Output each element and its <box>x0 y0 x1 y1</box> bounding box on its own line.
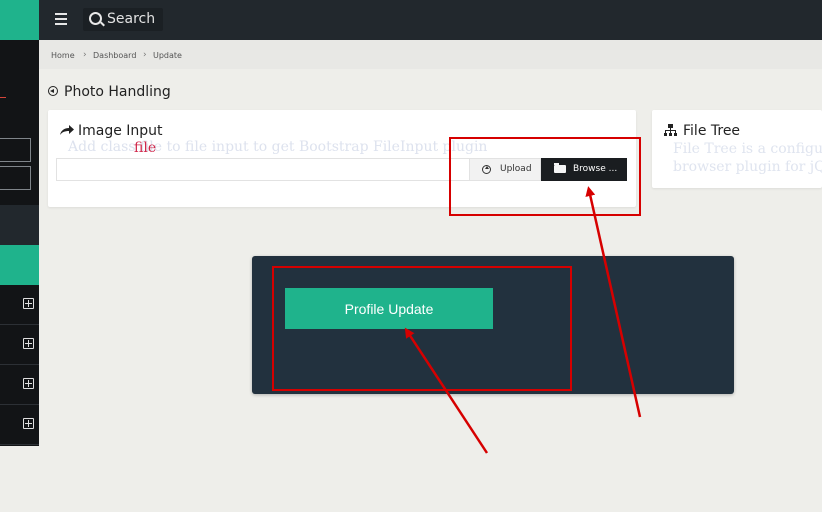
annotation-arrows <box>404 186 642 454</box>
annotation-arrow-to-profile <box>404 327 489 454</box>
annotation-arrow-to-browse <box>585 186 642 418</box>
